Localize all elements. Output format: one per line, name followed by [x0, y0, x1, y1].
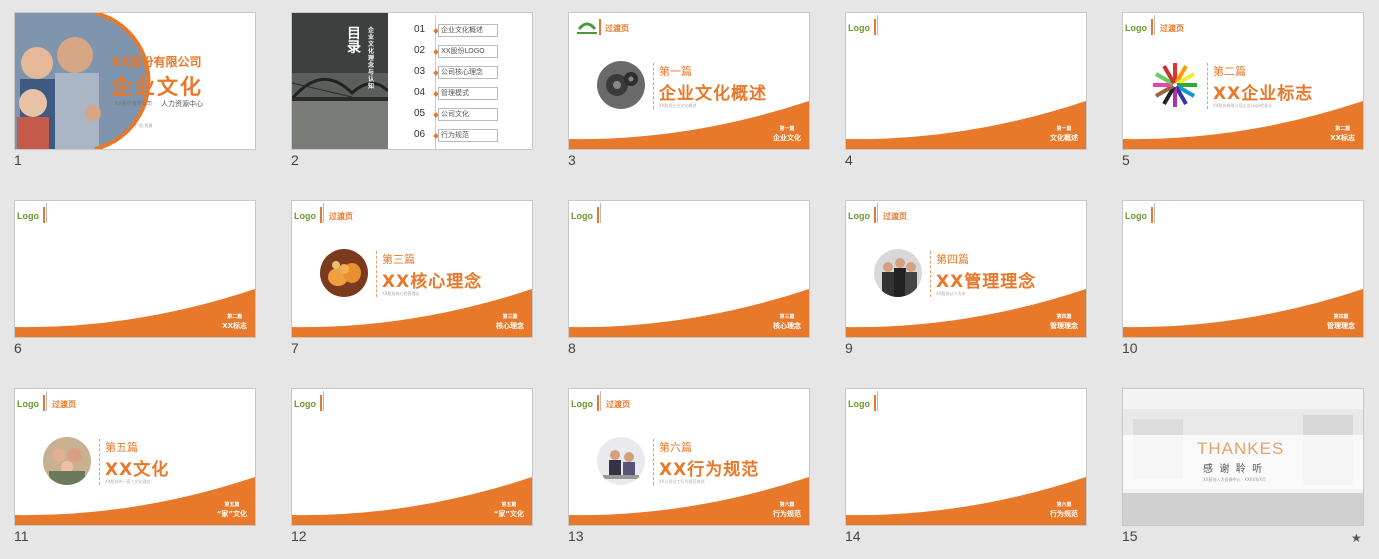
slide-number: 14	[845, 528, 861, 544]
slide-number: 15	[1122, 528, 1138, 544]
slide-number: 5	[1122, 152, 1130, 168]
logo-text: Logo	[17, 211, 39, 221]
slide-thumbnail-2[interactable]: 目录 企业文化理念与认知 01 企业文化概述 02 XX股份LOGO 03 公司核心理…	[291, 12, 533, 172]
footer-label: 第一篇 企业文化	[773, 126, 801, 142]
green-logo-icon	[577, 22, 597, 34]
slide-3-canvas: 过渡页 第一篇 企业文化概述 XX股份企业文化概述 第一篇 企业文化	[568, 12, 810, 150]
toc-item: 04 管理模式	[292, 87, 532, 101]
logo-text: Logo	[848, 23, 870, 33]
company-name: XX股份有限公司	[111, 55, 202, 69]
footer-label: 第六篇 行为规范	[1050, 502, 1078, 518]
slide-9-canvas: Logo 过渡页 第四篇 XX管理理念 XX股份以人为本 第四篇 管理理念	[845, 200, 1087, 338]
slide-14-canvas: Logo 第六篇 行为规范	[845, 388, 1087, 526]
logo-text: Logo	[571, 399, 593, 409]
toc-item: 03 公司核心理念	[292, 66, 532, 80]
chapter-label: 第一篇	[659, 65, 692, 78]
slide-thumbnail-8[interactable]: Logo 第三篇 核心理念 8	[568, 200, 810, 360]
chapter-label: 第六篇	[659, 441, 692, 454]
logo-text: Logo	[294, 399, 316, 409]
footer-label: 第四篇 管理理念	[1327, 314, 1355, 330]
chapter-label: 第三篇	[382, 253, 415, 266]
thanks-chinese: 感 谢 聆 听	[1203, 464, 1263, 475]
thanks-heading: THANKES	[1197, 439, 1285, 458]
slide-thumbnail-13[interactable]: Logo 过渡页 第六篇 XX行为规范 XX公司员工行为规范准则 第六篇 行为规范…	[568, 388, 810, 548]
logo-text: Logo	[848, 399, 870, 409]
slide-thumbnail-5[interactable]: Logo 过渡页 第二篇 XX企业标志 XX股份有限公司企业Logo的意义 第二…	[1122, 12, 1364, 172]
orange-wave-footer	[1123, 101, 1363, 149]
slide-thumbnail-15[interactable]: THANKES 感 谢 聆 听 XX股份人力资源中心 · XXXX年X月 15	[1122, 388, 1364, 548]
footer-label: 第三篇 核心理念	[496, 314, 524, 330]
footer-label: 第五篇 “家”文化	[216, 502, 247, 518]
cover-title: 企业文化	[111, 75, 203, 99]
footer-label: 第二篇 XX标志	[1330, 126, 1355, 142]
chapter-label: 第四篇	[936, 253, 969, 266]
slide-thumbnail-1[interactable]: XX股份有限公司 企业文化 XX股份有限公司 人力资源中心 广告·资源 1	[14, 12, 256, 172]
slide-number: 12	[291, 528, 307, 544]
slide-thumbnail-12[interactable]: Logo 第五篇 “家”文化 12	[291, 388, 533, 548]
footer-label: 第二篇 XX标志	[222, 314, 247, 330]
cover-sub-small: 广告·资源	[135, 123, 153, 128]
slide-number: 8	[568, 340, 576, 356]
toc-item: 05 公司文化	[292, 108, 532, 122]
transition-label: 过渡页	[1160, 24, 1184, 33]
cover-sub-right: 人力资源中心	[161, 100, 203, 108]
transition-label: 过渡页	[605, 24, 629, 33]
toc-item: 02 XX股份LOGO	[292, 45, 532, 59]
footer-label: 第六篇 行为规范	[773, 502, 801, 518]
slide-number: 13	[568, 528, 584, 544]
slide-thumbnail-3[interactable]: 过渡页 第一篇 企业文化概述 XX股份企业文化概述 第一篇 企业文化 3	[568, 12, 810, 172]
transition-label: 过渡页	[883, 212, 907, 221]
slide-thumbnail-7[interactable]: Logo 过渡页 第三篇 XX核心理念 XX股份核心经营理念 第三篇 核心理念 7	[291, 200, 533, 360]
logo-text: Logo	[848, 211, 870, 221]
slide-thumbnail-4[interactable]: Logo 第一篇 文化概述 4	[845, 12, 1087, 172]
slide-10-canvas: Logo 第四篇 管理理念	[1122, 200, 1364, 338]
transition-label: 过渡页	[606, 400, 630, 409]
slide-number: 1	[14, 152, 22, 168]
slide-8-canvas: Logo 第三篇 核心理念	[568, 200, 810, 338]
slide-number: 9	[845, 340, 853, 356]
slide-number: 6	[14, 340, 22, 356]
cover-sub-left: XX股份有限公司	[115, 101, 152, 107]
slide-number: 10	[1122, 340, 1138, 356]
slide-number: 7	[291, 340, 299, 356]
chapter-label: 第五篇	[105, 441, 138, 454]
slide-12-canvas: Logo 第五篇 “家”文化	[291, 388, 533, 526]
footer-label: 第五篇 “家”文化	[493, 502, 524, 518]
toc-item: 01 企业文化概述	[292, 24, 532, 38]
slide-13-canvas: Logo 过渡页 第六篇 XX行为规范 XX公司员工行为规范准则 第六篇 行为规范	[568, 388, 810, 526]
thanks-subtitle: XX股份人力资源中心 · XXXX年X月	[1203, 477, 1266, 482]
slide-thumbnail-10[interactable]: Logo 第四篇 管理理念 10	[1122, 200, 1364, 360]
transition-label: 过渡页	[52, 400, 76, 409]
footer-label: 第一篇 文化概述	[1050, 126, 1078, 142]
orange-wave-footer	[15, 289, 255, 337]
slide-number: 11	[14, 528, 29, 544]
toc-item: 06 行为规范	[292, 129, 532, 143]
slide-4-canvas: Logo 第一篇 文化概述	[845, 12, 1087, 150]
footer-label: 第三篇 核心理念	[773, 314, 801, 330]
slide-15-canvas: THANKES 感 谢 聆 听 XX股份人力资源中心 · XXXX年X月	[1122, 388, 1364, 526]
slide-5-canvas: Logo 过渡页 第二篇 XX企业标志 XX股份有限公司企业Logo的意义 第二…	[1122, 12, 1364, 150]
chapter-label: 第二篇	[1213, 65, 1246, 78]
star-icon[interactable]: ★	[1351, 531, 1362, 545]
transition-label: 过渡页	[329, 212, 353, 221]
slide-thumbnail-6[interactable]: Logo 第二篇 XX标志 6	[14, 200, 256, 360]
slide-thumbnail-14[interactable]: Logo 第六篇 行为规范 14	[845, 388, 1087, 548]
slide-number: 4	[845, 152, 853, 168]
slide-number: 3	[568, 152, 576, 168]
slide-thumbnail-11[interactable]: Logo 过渡页 第五篇 XX文化 XX股份的一家人文化理念 第五篇 “家”文化 …	[14, 388, 256, 548]
slide-number: 2	[291, 152, 299, 168]
logo-text: Logo	[1125, 23, 1147, 33]
slide-1-canvas: XX股份有限公司 企业文化 XX股份有限公司 人力资源中心 广告·资源	[14, 12, 256, 150]
logo-text: Logo	[1125, 211, 1147, 221]
footer-label: 第四篇 管理理念	[1050, 314, 1078, 330]
slide-thumbnail-9[interactable]: Logo 过渡页 第四篇 XX管理理念 XX股份以人为本 第四篇 管理理念 9	[845, 200, 1087, 360]
logo-text: Logo	[571, 211, 593, 221]
logo-text: Logo	[17, 399, 39, 409]
slide-6-canvas: Logo 第二篇 XX标志	[14, 200, 256, 338]
slide-2-canvas: 目录 企业文化理念与认知 01 企业文化概述 02 XX股份LOGO 03 公司核心理…	[291, 12, 533, 150]
logo-text: Logo	[294, 211, 316, 221]
slide-11-canvas: Logo 过渡页 第五篇 XX文化 XX股份的一家人文化理念 第五篇 “家”文化	[14, 388, 256, 526]
slide-7-canvas: Logo 过渡页 第三篇 XX核心理念 XX股份核心经营理念 第三篇 核心理念	[291, 200, 533, 338]
